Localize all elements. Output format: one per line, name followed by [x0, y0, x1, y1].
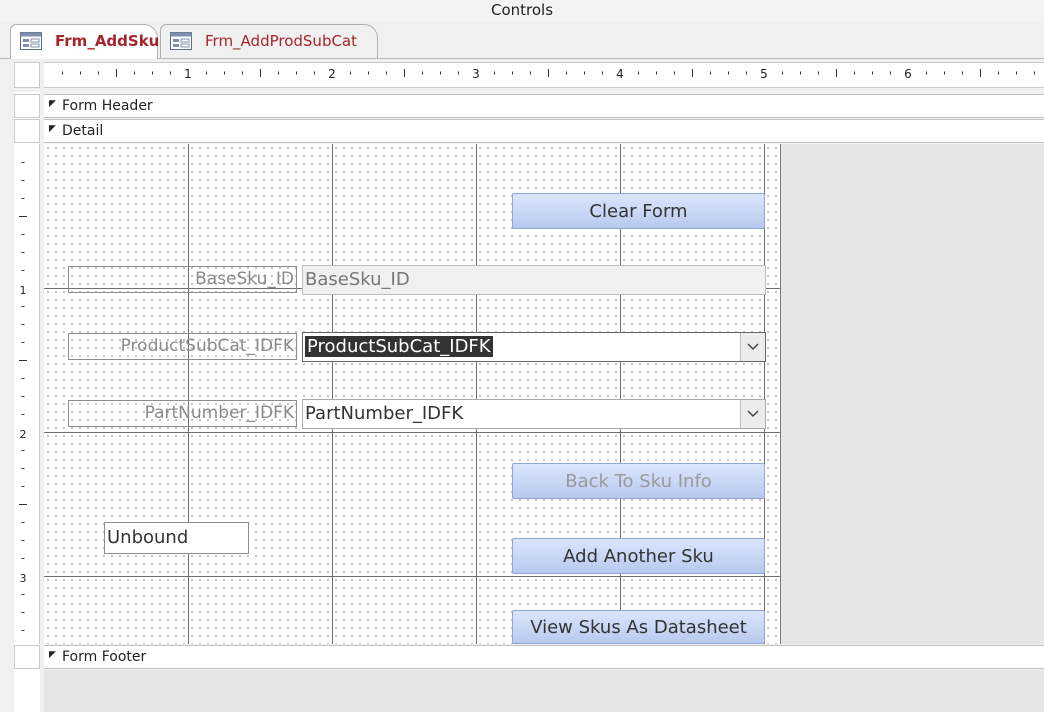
collapse-arrow-icon: ◤ [49, 649, 56, 659]
horizontal-ruler[interactable]: 1 2 3 4 5 6 [44, 62, 1044, 88]
partnumber-idfk-label[interactable]: PartNumber_IDFK [68, 400, 297, 427]
detail-selector[interactable] [14, 119, 40, 143]
ruler-mark: 2 [20, 428, 27, 441]
chevron-down-icon[interactable] [740, 400, 765, 428]
form-footer-area [44, 670, 1044, 712]
controls-title: Controls [490, 1, 554, 19]
ruler-mark: 6 [904, 67, 912, 81]
grid-line [44, 576, 780, 577]
collapse-arrow-icon: ◤ [49, 123, 56, 133]
combobox-value: ProductSubCat_IDFK [305, 336, 493, 357]
combobox-value: PartNumber_IDFK [305, 403, 464, 424]
basesku-id-textbox[interactable]: BaseSku_ID [302, 265, 766, 295]
ruler-mark: 1 [184, 67, 192, 81]
tab-frm-addsku[interactable]: Frm_AddSku [10, 24, 160, 59]
form-header-bar[interactable]: ◤ Form Header [44, 94, 1044, 118]
productsubcat-idfk-label[interactable]: ProductSubCat_IDFK [68, 333, 297, 360]
ruler-mark: 5 [760, 67, 768, 81]
detail-bar[interactable]: ◤ Detail [44, 119, 1044, 143]
grid-line [332, 144, 333, 644]
ruler-mark: 3 [20, 572, 27, 585]
collapse-arrow-icon: ◤ [49, 98, 56, 108]
unbound-textbox[interactable]: Unbound [104, 522, 249, 554]
grid-line [188, 144, 189, 644]
tab-label: Frm_AddProdSubCat [205, 32, 358, 50]
section-label: Form Header [62, 98, 153, 114]
chevron-down-icon[interactable] [740, 333, 765, 361]
form-background-area [781, 144, 1044, 644]
form-icon [170, 32, 192, 50]
grid-line [44, 432, 780, 433]
tab-frm-addprodsubcat[interactable]: Frm_AddProdSubCat [160, 24, 378, 58]
productsubcat-idfk-combobox[interactable]: ProductSubCat_IDFK [302, 332, 766, 362]
basesku-id-label[interactable]: BaseSku_ID [68, 266, 297, 293]
vertical-ruler[interactable]: 1 2 3 [14, 144, 40, 644]
clear-form-button[interactable]: Clear Form [512, 193, 765, 229]
form-header-selector[interactable] [14, 94, 40, 118]
form-icon [20, 32, 42, 50]
section-label: Detail [62, 123, 104, 139]
form-selector[interactable] [14, 62, 40, 88]
grid-line [476, 144, 477, 644]
back-to-sku-info-button[interactable]: Back To Sku Info [512, 463, 765, 499]
tab-label: Frm_AddSku [55, 32, 160, 50]
form-footer-selector[interactable] [14, 645, 40, 669]
ruler-ticks: 1 2 3 [19, 162, 27, 631]
form-footer-bar[interactable]: ◤ Form Footer [44, 645, 1044, 669]
partnumber-idfk-combobox[interactable]: PartNumber_IDFK [302, 399, 766, 429]
view-skus-datasheet-button[interactable]: View Skus As Datasheet [512, 610, 765, 644]
add-another-sku-button[interactable]: Add Another Sku [512, 538, 765, 574]
ruler-mark: 4 [616, 67, 624, 81]
ruler-mark: 1 [20, 284, 27, 297]
section-label: Form Footer [62, 649, 147, 665]
ruler-mark: 3 [472, 67, 480, 81]
ruler-ticks: 1 2 3 4 5 6 [62, 67, 1035, 81]
ruler-mark: 2 [328, 67, 336, 81]
